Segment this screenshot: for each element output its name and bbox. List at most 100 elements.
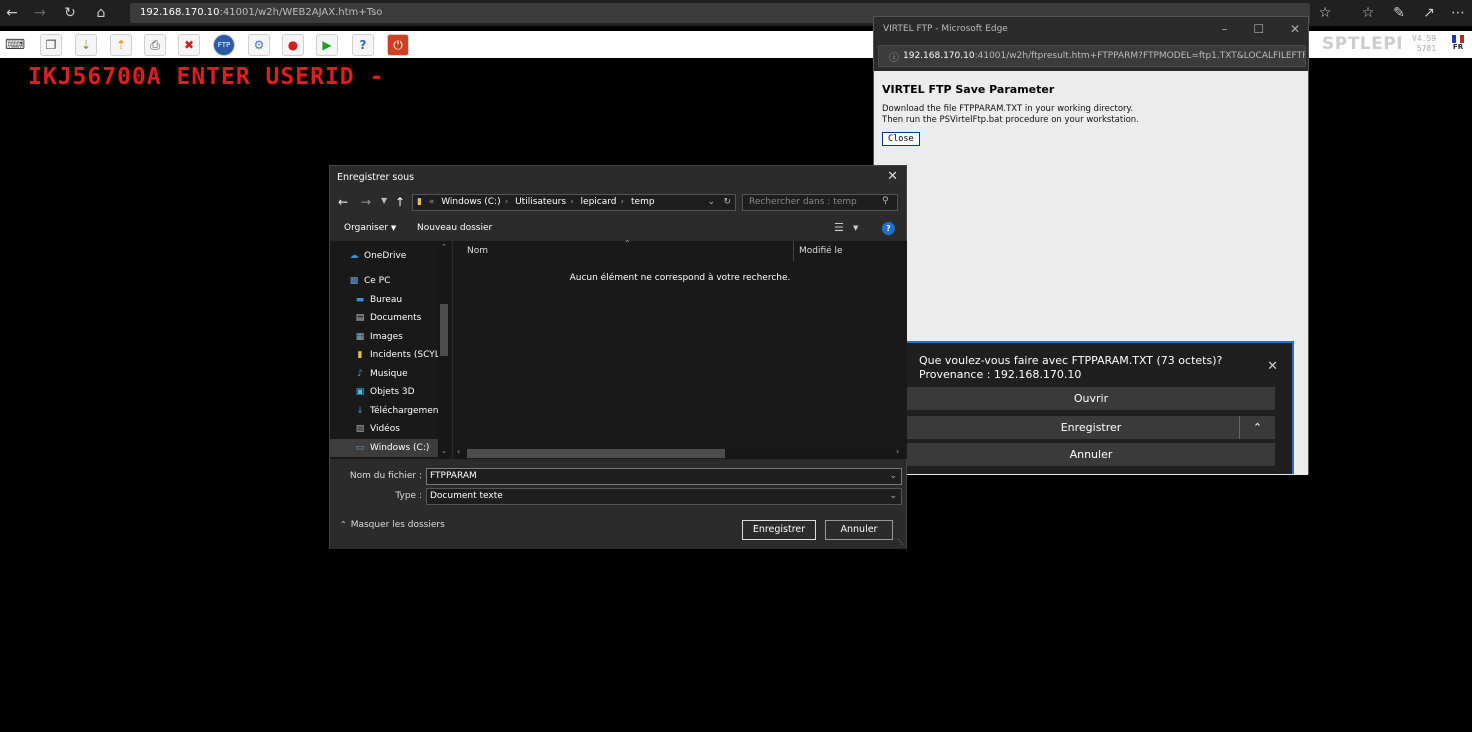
up-arrow-icon[interactable]: ↑ [395, 195, 405, 209]
scroll-down-icon[interactable]: ⌄ [441, 447, 447, 455]
chevron-down-icon[interactable]: ⌄ [889, 489, 897, 504]
scroll-left-icon[interactable]: ‹ [457, 447, 460, 456]
download-file-icon[interactable]: ⇣ [75, 34, 97, 56]
help-icon[interactable]: ? [882, 222, 895, 235]
view-options-icon[interactable]: ☰ [834, 221, 844, 234]
forward-arrow-icon[interactable]: → [30, 4, 50, 22]
tree-item-telechargement[interactable]: ↓ Téléchargement [330, 402, 452, 420]
breadcrumb-item[interactable]: temp [631, 197, 655, 207]
type-select[interactable]: Document texte ⌄ [426, 488, 902, 505]
tree-item-objets-3d[interactable]: ▣ Objets 3D [330, 383, 452, 401]
organize-menu[interactable]: Organiser ▼ [344, 223, 396, 233]
close-icon[interactable]: ✕ [1290, 22, 1300, 36]
address-host: 192.168.170.10 [140, 7, 220, 18]
disk-icon: ▭ [355, 443, 365, 453]
tree-item-label: Bureau [370, 295, 403, 305]
popup-close-button[interactable]: Close [882, 132, 920, 146]
popup-address-host: 192.168.170.10 [903, 51, 975, 61]
language-flag[interactable]: FR [1452, 35, 1464, 52]
download-close-icon[interactable]: ✕ [1267, 359, 1278, 374]
print-icon[interactable]: ⎙ [144, 34, 166, 56]
back-arrow-icon[interactable]: ← [338, 195, 348, 209]
chevron-down-icon[interactable]: ⌄ [707, 195, 715, 210]
back-arrow-icon[interactable]: ← [2, 4, 22, 22]
upload-file-icon[interactable]: ⇡ [110, 34, 132, 56]
scroll-up-icon[interactable]: ⌃ [441, 243, 447, 251]
favorites-list-icon[interactable]: ☆ [1358, 4, 1378, 22]
play-icon[interactable]: ▶ [316, 34, 338, 56]
french-flag-icon [1452, 35, 1464, 43]
download-cancel-button[interactable]: Annuler [907, 443, 1275, 466]
tree-item-incidents[interactable]: ▮ Incidents (SCYLL [330, 346, 452, 364]
hscroll-thumb[interactable] [467, 449, 725, 458]
column-modified[interactable]: Modifié le [799, 246, 843, 256]
dialog-close-icon[interactable]: ✕ [887, 169, 898, 184]
tree-item-windows-c[interactable]: ▭ Windows (C:) [330, 439, 438, 457]
tree-scroll-thumb[interactable] [440, 304, 448, 356]
tree-item-videos[interactable]: ▧ Vidéos [330, 420, 452, 438]
save-button[interactable]: Enregistrer [742, 520, 816, 540]
download-question-text: Que voulez-vous faire avec FTPPARAM.TXT … [919, 354, 1223, 367]
tree-item-musique[interactable]: ♪ Musique [330, 365, 452, 383]
column-name[interactable]: Nom [467, 246, 488, 256]
chevron-up-icon[interactable]: ⌃ [1239, 416, 1275, 439]
hide-folders-toggle[interactable]: ⌃ Masquer les dossiers [340, 520, 445, 530]
keyboard-icon[interactable]: ⌨ [2, 34, 28, 56]
info-icon[interactable]: ⓘ [889, 49, 899, 66]
tree-item-images[interactable]: ▦ Images [330, 328, 452, 346]
drive-icon: ▮ [357, 350, 363, 360]
breadcrumb[interactable]: ▮ « Windows (C:) › Utilisateurs › lepicard… [412, 194, 736, 211]
ftp-icon[interactable]: FTP [213, 34, 235, 56]
type-label: Type : [395, 491, 422, 501]
column-divider[interactable] [793, 241, 794, 261]
download-open-button[interactable]: Ouvrir [907, 387, 1275, 410]
popup-address[interactable]: ⓘ 192.168.170.10:41001/w2h/ftpresult.htm… [878, 45, 1306, 67]
breadcrumb-item[interactable]: Windows (C:) [441, 197, 500, 207]
cloud-icon: ☁ [349, 251, 359, 261]
breadcrumb-item[interactable]: lepicard [581, 197, 617, 207]
disconnect-icon[interactable]: ✖ [178, 34, 200, 56]
chevron-down-icon[interactable]: ⌄ [889, 469, 897, 484]
search-input[interactable]: Rechercher dans : temp [742, 194, 898, 211]
chevron-down-icon: ▼ [390, 224, 397, 232]
new-folder-button[interactable]: Nouveau dossier [417, 223, 492, 233]
power-icon[interactable]: ⏻ [387, 34, 409, 56]
tree-item-ce-pc[interactable]: ▩ Ce PC [330, 272, 452, 290]
tree-item-onedrive[interactable]: ☁ OneDrive [330, 247, 452, 265]
resize-grip-icon[interactable]: ⋱ [897, 538, 904, 546]
help-icon[interactable]: ? [352, 34, 374, 56]
hide-folders-label: Masquer les dossiers [350, 520, 445, 530]
tree-item-label: Images [370, 332, 403, 342]
organize-label: Organiser [344, 223, 388, 233]
download-prompt: Que voulez-vous faire avec FTPPARAM.TXT … [906, 341, 1294, 474]
home-icon[interactable]: ⌂ [91, 4, 111, 22]
scroll-right-icon[interactable]: › [896, 447, 899, 456]
more-icon[interactable]: ⋯ [1448, 4, 1468, 22]
tree-item-documents[interactable]: ▤ Documents [330, 309, 452, 327]
popup-heading: VIRTEL FTP Save Parameter [882, 83, 1055, 96]
share-icon[interactable]: ↗ [1419, 4, 1439, 22]
refresh-icon[interactable]: ↻ [723, 195, 731, 210]
history-chevron-icon[interactable]: ▼ [381, 196, 387, 205]
download-save-button[interactable]: Enregistrer ⌃ [907, 416, 1275, 439]
copy-icon[interactable]: ❐ [40, 34, 62, 56]
filename-field[interactable]: FTPPARAM ⌄ [426, 468, 902, 485]
refresh-icon[interactable]: ↻ [60, 4, 80, 22]
tree-item-label: Musique [370, 369, 408, 379]
minimize-icon[interactable]: – [1222, 22, 1228, 36]
favorite-star-icon[interactable]: ☆ [1315, 4, 1335, 22]
download-source: Provenance : 192.168.170.10 [919, 368, 1082, 381]
maximize-icon[interactable]: ☐ [1253, 22, 1264, 36]
record-icon[interactable]: ● [282, 34, 304, 56]
tree-item-bureau[interactable]: ▬ Bureau [330, 291, 452, 309]
chevron-down-icon[interactable]: ▼ [853, 224, 858, 232]
cancel-button[interactable]: Annuler [825, 520, 893, 540]
dialog-title: Enregistrer sous [337, 172, 415, 183]
forward-arrow-icon[interactable]: → [361, 195, 371, 209]
breadcrumb-item[interactable]: Utilisateurs [515, 197, 566, 207]
settings-gear-icon[interactable]: ⚙ [248, 34, 270, 56]
pen-icon[interactable]: ✎ [1389, 4, 1409, 22]
type-value: Document texte [430, 491, 503, 501]
empty-message: Aucun élément ne correspond à votre rech… [569, 273, 791, 283]
sort-chevron-icon: ⌃ [624, 239, 631, 248]
